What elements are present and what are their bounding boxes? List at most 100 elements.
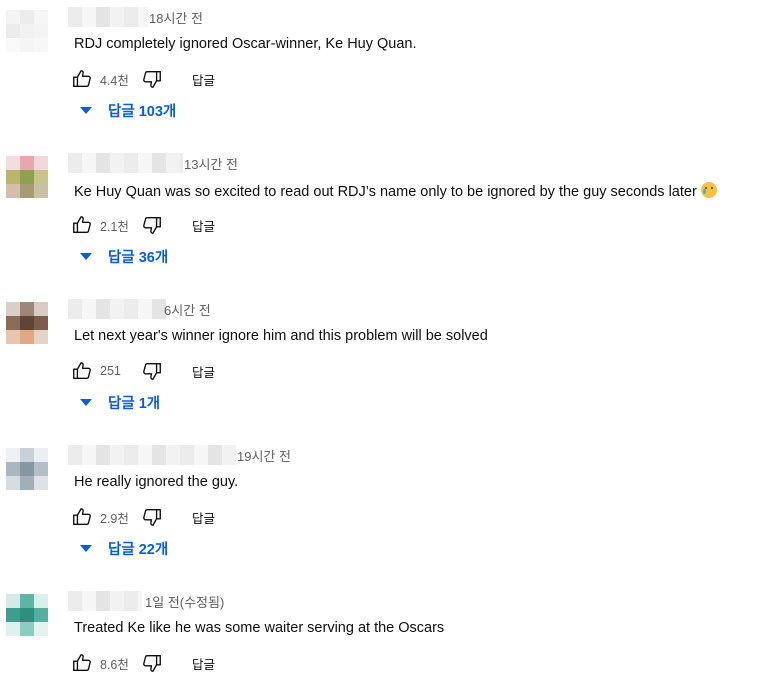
avatar-pixel (6, 448, 20, 462)
avatar-pixel (34, 622, 48, 636)
avatar-pixel (34, 448, 48, 462)
comment-actions: 4.4천 답글 (70, 67, 215, 91)
reply-button[interactable]: 답글 (192, 216, 215, 235)
thumbs-up-icon (73, 70, 91, 88)
dislike-button[interactable] (140, 651, 164, 675)
avatar-pixel (6, 462, 20, 476)
avatar-pixel (20, 170, 34, 184)
like-button[interactable] (70, 505, 94, 529)
avatar-pixel (20, 608, 34, 622)
avatar-pixel (34, 608, 48, 622)
avatar-pixel (20, 10, 34, 24)
like-count: 8.6천 (100, 657, 129, 672)
thumbs-up-icon (73, 362, 91, 380)
avatar-pixel (6, 608, 20, 622)
like-count: 4.4천 (100, 73, 129, 88)
like-count: 251 (100, 364, 121, 378)
author-name-redacted[interactable] (68, 153, 183, 173)
like-button[interactable] (70, 67, 94, 91)
avatar-pixel (34, 170, 48, 184)
avatar-pixel (20, 448, 34, 462)
like-button[interactable] (70, 651, 94, 675)
avatar-pixel (20, 302, 34, 316)
replies-count-label: 답글 1개 (108, 395, 161, 412)
avatar[interactable] (6, 594, 48, 636)
avatar-pixel (34, 330, 48, 344)
view-replies-button[interactable]: 답글 103개 (80, 98, 176, 122)
avatar-pixel (20, 184, 34, 198)
avatar[interactable] (6, 156, 48, 198)
avatar[interactable] (6, 302, 48, 344)
comment-header: 13시간 전 (68, 152, 238, 174)
avatar-pixel (34, 594, 48, 608)
avatar-pixel (34, 38, 48, 52)
author-name-redacted[interactable] (68, 7, 148, 27)
avatar-pixel (34, 476, 48, 490)
comment-timestamp[interactable]: 19시간 전 (237, 446, 291, 465)
crying-face-emoji (700, 182, 717, 198)
comment-actions: 8.6천 답글 (70, 651, 215, 675)
reply-button[interactable]: 답글 (192, 70, 215, 89)
author-name-redacted[interactable] (68, 445, 236, 465)
thumbs-down-icon (143, 508, 161, 526)
reply-button[interactable]: 답글 (192, 654, 215, 673)
comment-text: Treated Ke like he was some waiter servi… (74, 620, 444, 636)
avatar-pixel (20, 462, 34, 476)
caret-down-icon (80, 544, 92, 552)
avatar-pixel (34, 462, 48, 476)
comment-timestamp[interactable]: 6시간 전 (164, 300, 211, 319)
comment-header: 18시간 전 (68, 6, 203, 28)
avatar-pixel (6, 38, 20, 52)
reply-button[interactable]: 답글 (192, 508, 215, 527)
like-button[interactable] (70, 359, 94, 383)
comment-actions: 2.1천 답글 (70, 213, 215, 237)
avatar-pixel (6, 302, 20, 316)
replies-count-label: 답글 103개 (108, 103, 177, 120)
avatar[interactable] (6, 10, 48, 52)
thumbs-up-icon (73, 654, 91, 672)
thumbs-down-icon (143, 362, 161, 380)
dislike-button[interactable] (140, 213, 164, 237)
thumbs-up-icon (73, 216, 91, 234)
like-button[interactable] (70, 213, 94, 237)
comment-text-content: Let next year's winner ignore him and th… (74, 328, 488, 344)
replies-count-label: 답글 36개 (108, 249, 169, 266)
comment-text-content: Treated Ke like he was some waiter servi… (74, 620, 445, 636)
dislike-button[interactable] (140, 359, 164, 383)
view-replies-button[interactable]: 답글 1개 (80, 390, 160, 414)
comment-text-content: RDJ completely ignored Oscar-winner, Ke … (74, 36, 417, 52)
comment-header: 1일 전(수정됨) (68, 590, 224, 612)
thumbs-down-icon (143, 654, 161, 672)
view-replies-button[interactable]: 답글 36개 (80, 244, 168, 268)
dislike-button[interactable] (140, 67, 164, 91)
avatar-pixel (6, 184, 20, 198)
comment-timestamp[interactable]: 1일 전(수정됨) (145, 592, 224, 611)
avatar-pixel (20, 38, 34, 52)
thumbs-down-icon (143, 70, 161, 88)
avatar-pixel (34, 24, 48, 38)
comment-timestamp[interactable]: 18시간 전 (149, 8, 203, 27)
comment-header: 6시간 전 (68, 298, 211, 320)
avatar-pixel (20, 24, 34, 38)
comment-text-content: He really ignored the guy. (74, 474, 239, 490)
comment-header: 19시간 전 (68, 444, 291, 466)
avatar-pixel (6, 316, 20, 330)
like-count: 2.9천 (100, 511, 129, 526)
avatar-pixel (6, 170, 20, 184)
author-name-redacted[interactable] (68, 299, 166, 319)
avatar-pixel (34, 316, 48, 330)
avatar[interactable] (6, 448, 48, 490)
avatar-pixel (6, 10, 20, 24)
reply-button[interactable]: 답글 (192, 362, 215, 381)
avatar-pixel (34, 156, 48, 170)
comment-timestamp[interactable]: 13시간 전 (184, 154, 238, 173)
avatar-pixel (20, 622, 34, 636)
avatar-pixel (6, 476, 20, 490)
author-name-redacted[interactable] (68, 591, 142, 611)
dislike-button[interactable] (140, 505, 164, 529)
comment-text: Let next year's winner ignore him and th… (74, 328, 488, 344)
comment-actions: 251 답글 (70, 359, 215, 383)
comment-text: RDJ completely ignored Oscar-winner, Ke … (74, 36, 417, 52)
view-replies-button[interactable]: 답글 22개 (80, 536, 168, 560)
avatar-pixel (6, 156, 20, 170)
